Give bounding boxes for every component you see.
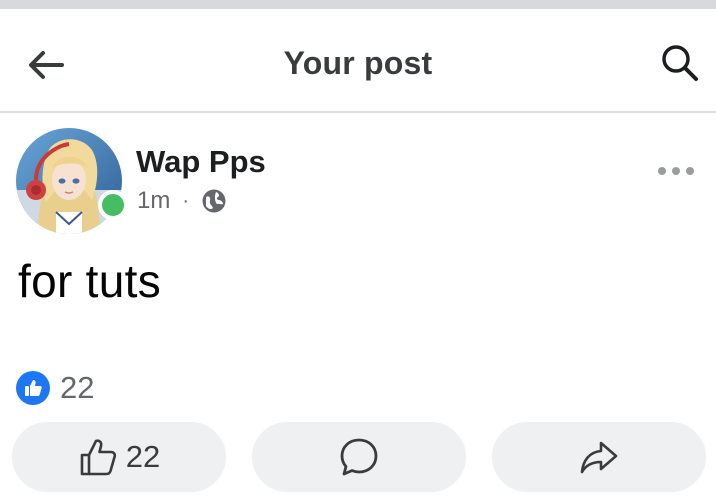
more-options-button[interactable]	[650, 156, 702, 186]
post-time[interactable]: 1m	[137, 187, 170, 215]
like-button[interactable]: 22	[12, 422, 226, 492]
more-dot-icon	[658, 167, 666, 175]
page-title: Your post	[283, 45, 433, 81]
online-status-dot	[98, 190, 128, 220]
comment-icon	[340, 438, 378, 476]
share-button[interactable]	[492, 422, 706, 492]
post-meta: 1m ·	[137, 186, 227, 216]
reaction-summary[interactable]: 22	[16, 370, 94, 406]
search-icon	[662, 45, 698, 81]
more-dot-icon	[672, 167, 680, 175]
globe-icon[interactable]	[201, 188, 227, 214]
more-dot-icon	[686, 167, 694, 175]
post-text: for tuts	[18, 255, 162, 307]
search-button[interactable]	[656, 39, 704, 87]
action-bar: 22	[12, 422, 708, 492]
author-name[interactable]: Wap Pps	[136, 144, 266, 180]
meta-separator: ·	[182, 189, 190, 212]
reaction-count: 22	[60, 370, 95, 405]
share-icon	[580, 441, 618, 474]
comment-button[interactable]	[252, 422, 466, 492]
like-reaction-icon	[16, 371, 50, 405]
like-count: 22	[125, 439, 161, 474]
status-strip	[0, 0, 716, 9]
app-header: Your post	[0, 9, 716, 113]
thumbs-up-icon	[80, 439, 116, 476]
